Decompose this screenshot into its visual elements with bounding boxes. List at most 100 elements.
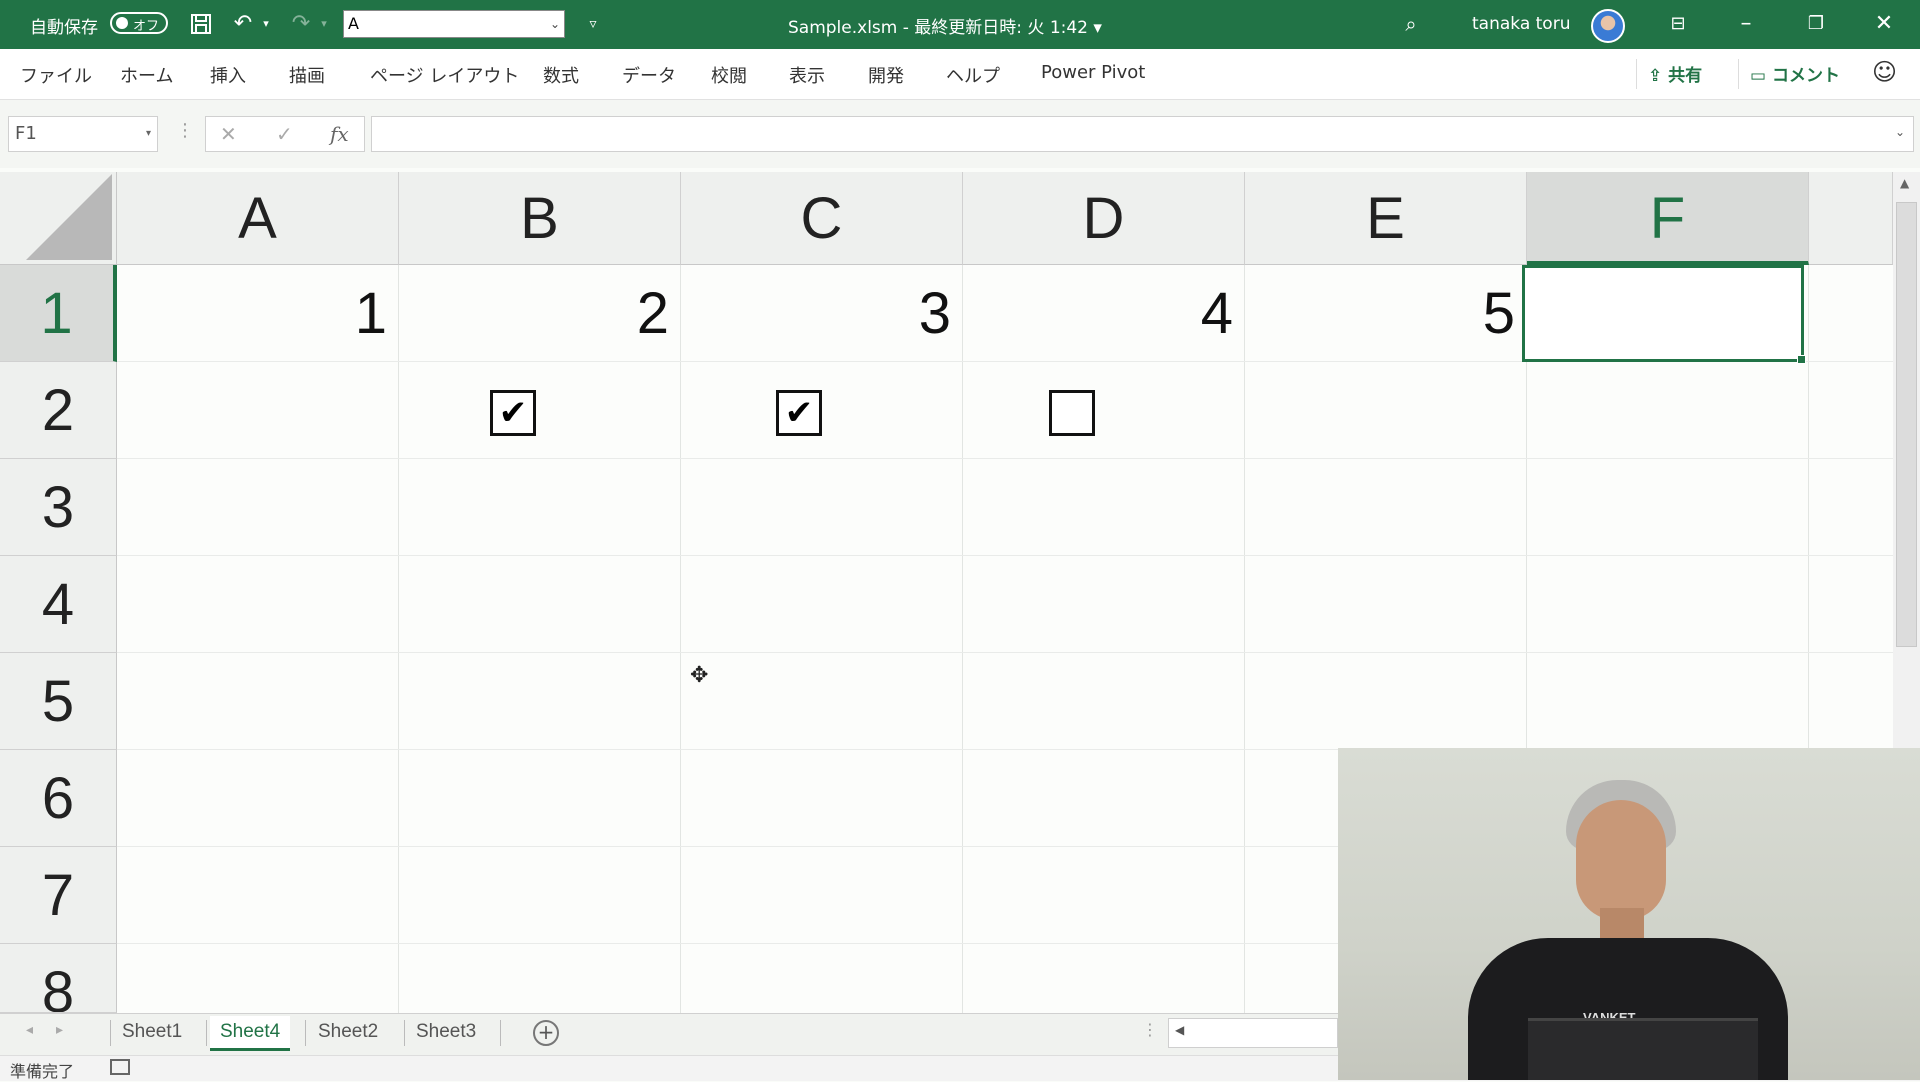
scroll-up-icon[interactable]: ▲ [1900, 176, 1909, 190]
search-icon[interactable]: ⌕ [1396, 10, 1426, 38]
comment-icon: ▭ [1750, 66, 1767, 86]
fill-handle[interactable] [1797, 355, 1806, 364]
row-header-4[interactable]: 4 [0, 556, 117, 653]
tab-separator [206, 1020, 207, 1046]
tab-insert[interactable]: 挿入 [210, 62, 246, 88]
scroll-left-icon[interactable]: ◀ [1175, 1023, 1184, 1037]
document-title[interactable]: Sample.xlsm - 最終更新日時: 火 1:42 ▾ [788, 13, 1102, 38]
column-header-d[interactable]: D [963, 172, 1245, 265]
share-label: 共有 [1668, 66, 1703, 86]
user-name[interactable]: tanaka toru [1472, 14, 1570, 34]
checkbox-c2[interactable]: ✔ [776, 390, 822, 436]
cancel-icon[interactable]: ✕ [220, 122, 237, 146]
tab-developer[interactable]: 開発 [868, 62, 904, 88]
horizontal-scrollbar[interactable]: ◀ [1168, 1018, 1338, 1048]
presenter-face [1576, 800, 1666, 920]
undo-icon[interactable]: ↶ [228, 10, 258, 38]
chevron-down-icon: ▾ [145, 128, 151, 139]
checkmark-icon: ✔ [784, 393, 814, 433]
add-sheet-icon[interactable]: + [533, 1020, 559, 1046]
row-header-8[interactable]: 8 [0, 944, 117, 1013]
cell-a1[interactable]: 1 [117, 265, 387, 362]
comment-button[interactable]: ▭ コメント [1750, 61, 1840, 86]
ribbon-tabs: ファイル ホーム 挿入 描画 ページ レイアウト 数式 データ 校閲 表示 開発… [0, 49, 1920, 100]
row-header-5[interactable]: 5 [0, 653, 117, 750]
ribbon-divider [1636, 59, 1637, 89]
ribbon-display-icon[interactable]: ⊟ [1650, 4, 1706, 44]
grid-line [117, 458, 1893, 459]
row-header-3[interactable]: 3 [0, 459, 117, 556]
formula-bar: F1 ▾ ⋮ ✕ ✓ fx ⌄ [0, 100, 1920, 168]
checkbox-d2[interactable] [1049, 390, 1095, 436]
tab-review[interactable]: 校閲 [711, 62, 747, 88]
ribbon-divider [1738, 59, 1739, 89]
prev-sheet-icon[interactable]: ◂ [26, 1022, 33, 1038]
checkbox-b2[interactable]: ✔ [490, 390, 536, 436]
sheet-tab-sheet1[interactable]: Sheet1 [122, 1016, 182, 1048]
tab-draw[interactable]: 描画 [289, 62, 325, 88]
column-header-f[interactable]: F [1527, 172, 1809, 265]
tab-separator [500, 1020, 501, 1046]
cell-e1[interactable]: 5 [1245, 265, 1515, 362]
grid-line [962, 265, 963, 1013]
share-button[interactable]: ⇪ 共有 [1648, 61, 1702, 86]
select-all-corner[interactable] [0, 172, 117, 265]
tab-help[interactable]: ヘルプ [946, 62, 1000, 88]
formula-input[interactable]: ⌄ [371, 116, 1914, 152]
user-avatar[interactable] [1591, 9, 1625, 43]
sheet-tab-sheet3[interactable]: Sheet3 [416, 1016, 476, 1048]
enter-icon[interactable]: ✓ [276, 122, 293, 146]
autosave-label: 自動保存 [30, 18, 98, 38]
active-cell-f1[interactable] [1522, 265, 1806, 364]
tab-power-pivot[interactable]: Power Pivot [1041, 62, 1145, 83]
next-sheet-icon[interactable]: ▸ [56, 1022, 63, 1038]
column-header-e[interactable]: E [1245, 172, 1527, 265]
presenter-laptop [1528, 1018, 1758, 1080]
row-header-1[interactable]: 1 [0, 265, 117, 362]
split-handle-icon[interactable]: ⋮ [1142, 1020, 1158, 1039]
save-icon[interactable] [186, 10, 216, 38]
undo-dropdown-icon[interactable]: ▾ [258, 10, 274, 38]
tab-separator [110, 1020, 111, 1046]
name-box[interactable]: F1 ▾ [8, 116, 158, 152]
restore-icon[interactable]: ❐ [1788, 4, 1844, 44]
autosave-toggle[interactable]: オフ [110, 12, 168, 34]
grid-line [680, 265, 681, 1013]
tab-data[interactable]: データ [622, 62, 676, 88]
row-header-2[interactable]: 2 [0, 362, 117, 459]
column-header-a[interactable]: A [117, 172, 399, 265]
redo-icon[interactable]: ↷ [286, 10, 316, 38]
column-header-c[interactable]: C [681, 172, 963, 265]
minimize-icon[interactable]: – [1718, 4, 1774, 44]
tab-view[interactable]: 表示 [789, 62, 825, 88]
tab-file[interactable]: ファイル [20, 62, 92, 88]
select-all-triangle [26, 174, 112, 260]
sheet-tab-sheet4[interactable]: Sheet4 [210, 1016, 291, 1051]
chevron-down-icon: ⌄ [549, 17, 560, 31]
webcam-overlay: VANKET [1338, 748, 1920, 1080]
expand-formula-icon[interactable]: ⌄ [1895, 125, 1905, 139]
customize-qat-icon[interactable]: ▿ [580, 10, 606, 38]
autosave-state: オフ [133, 19, 160, 34]
tab-page-layout[interactable]: ページ レイアウト [370, 62, 519, 88]
tab-formulas[interactable]: 数式 [543, 62, 579, 88]
more-options-icon[interactable]: ⋮ [176, 120, 194, 141]
formula-buttons: ✕ ✓ fx [205, 116, 365, 152]
feedback-smiley-icon[interactable]: ☺ [1872, 58, 1897, 86]
row-header-6[interactable]: 6 [0, 750, 117, 847]
macro-record-icon[interactable] [110, 1059, 130, 1075]
sheet-tab-sheet2[interactable]: Sheet2 [318, 1016, 378, 1048]
column-header-b[interactable]: B [399, 172, 681, 265]
font-name-box[interactable]: A ⌄ [343, 10, 565, 38]
name-box-value: F1 [15, 123, 37, 144]
cell-b1[interactable]: 2 [399, 265, 669, 362]
scroll-thumb[interactable] [1896, 202, 1917, 647]
row-header-7[interactable]: 7 [0, 847, 117, 944]
cell-c1[interactable]: 3 [681, 265, 951, 362]
tab-home[interactable]: ホーム [120, 62, 173, 88]
insert-function-icon[interactable]: fx [330, 122, 349, 146]
redo-dropdown-icon[interactable]: ▾ [316, 10, 332, 38]
close-icon[interactable]: ✕ [1856, 4, 1912, 44]
cell-d1[interactable]: 4 [963, 265, 1233, 362]
column-header-g-partial[interactable] [1809, 172, 1893, 265]
